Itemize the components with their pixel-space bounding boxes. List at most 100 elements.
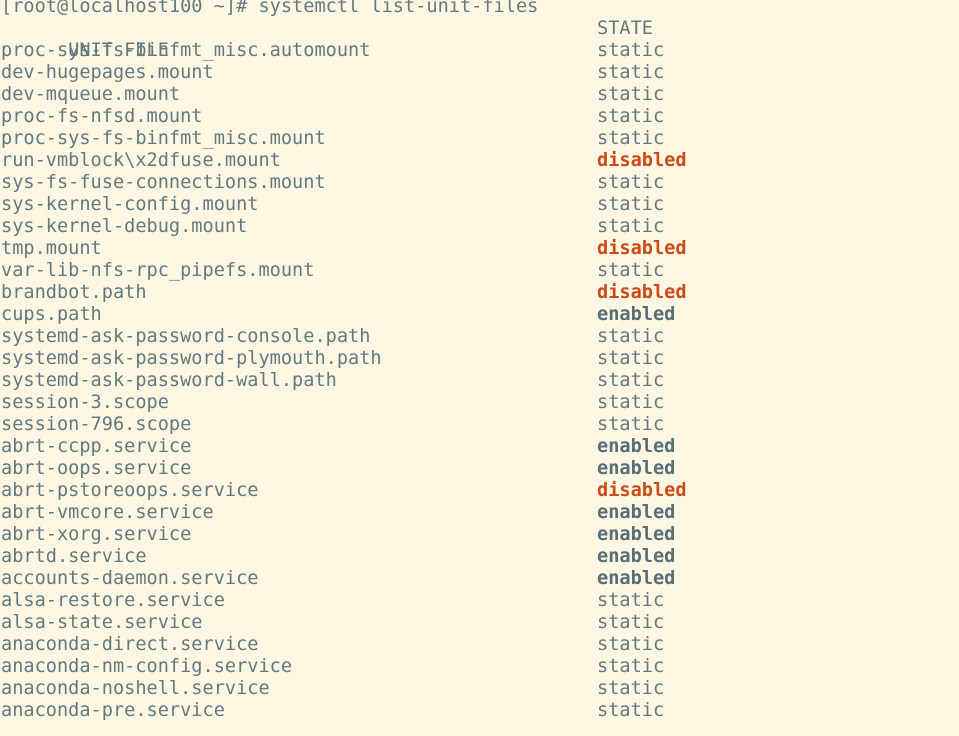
table-row: dev-hugepages.mount static	[0, 62, 959, 84]
table-row: abrt-xorg.service enabled	[0, 524, 959, 546]
shell-prompt-line: [root@localhost100 ~]# systemctl list-un…	[1, 0, 539, 17]
unit-file-state: static	[597, 106, 665, 127]
terminal-window[interactable]: ~ [root@localhost100 ~]# systemctl list-…	[0, 0, 959, 736]
table-row: anaconda-direct.service static	[0, 634, 959, 656]
unit-file-state: disabled	[597, 480, 687, 501]
unit-file-state: static	[597, 326, 665, 347]
table-row: abrt-pstoreoops.service disabled	[0, 480, 959, 502]
unit-file-state: enabled	[597, 458, 676, 479]
table-row: anaconda-pre.service static	[0, 700, 959, 722]
unit-file-state: static	[597, 590, 665, 611]
table-row: systemd-ask-password-plymouth.path static	[0, 348, 959, 370]
table-row: accounts-daemon.service enabled	[0, 568, 959, 590]
unit-file-name: brandbot.path	[1, 282, 147, 303]
unit-file-name: sys-kernel-config.mount	[1, 194, 259, 215]
unit-file-list: proc-sys-fs-binfmt_misc.automount static d…	[0, 40, 959, 722]
table-row: session-3.scope static	[0, 392, 959, 414]
unit-file-name: proc-sys-fs-binfmt_misc.automount	[1, 40, 371, 61]
unit-file-state: enabled	[597, 546, 676, 567]
unit-file-state: static	[597, 348, 665, 369]
unit-file-state: static	[597, 216, 665, 237]
table-row: cups.path enabled	[0, 304, 959, 326]
table-row: tmp.mount disabled	[0, 238, 959, 260]
table-row: sys-kernel-config.mount static	[0, 194, 959, 216]
unit-file-state: static	[597, 260, 665, 281]
table-row: proc-sys-fs-binfmt_misc.automount static	[0, 40, 959, 62]
table-row: proc-fs-nfsd.mount static	[0, 106, 959, 128]
table-row: session-796.scope static	[0, 414, 959, 436]
unit-file-name: systemd-ask-password-wall.path	[1, 370, 337, 391]
unit-file-state: enabled	[597, 304, 676, 325]
unit-file-name: proc-fs-nfsd.mount	[1, 106, 203, 127]
unit-file-state: enabled	[597, 436, 676, 457]
terminal-screen: ~ [root@localhost100 ~]# systemctl list-…	[0, 0, 959, 722]
unit-file-name: dev-mqueue.mount	[1, 84, 181, 105]
table-row: systemd-ask-password-console.path static	[0, 326, 959, 348]
table-header-row: UNIT FILE STATE	[0, 18, 959, 61]
unit-file-name: abrt-xorg.service	[1, 524, 192, 545]
unit-file-name: sys-kernel-debug.mount	[1, 216, 248, 237]
table-row: abrtd.service enabled	[0, 546, 959, 568]
unit-file-state: static	[597, 62, 665, 83]
unit-file-state: disabled	[597, 238, 687, 259]
unit-file-name: dev-hugepages.mount	[1, 62, 214, 83]
table-row: dev-mqueue.mount static	[0, 84, 959, 106]
table-row: abrt-vmcore.service enabled	[0, 502, 959, 524]
unit-file-state: static	[597, 634, 665, 655]
unit-file-state: enabled	[597, 568, 676, 589]
unit-file-state: static	[597, 370, 665, 391]
unit-file-name: abrt-ccpp.service	[1, 436, 192, 457]
unit-file-name: run-vmblock\x2dfuse.mount	[1, 150, 281, 171]
unit-file-name: abrtd.service	[1, 546, 147, 567]
table-row: var-lib-nfs-rpc_pipefs.mount static	[0, 260, 959, 282]
unit-file-name: abrt-vmcore.service	[1, 502, 214, 523]
unit-file-state: static	[597, 84, 665, 105]
unit-file-state: disabled	[597, 282, 687, 303]
table-row: sys-fs-fuse-connections.mount static	[0, 172, 959, 194]
scrollback-glyph-artifact: ~	[398, 0, 409, 9]
unit-file-name: systemd-ask-password-console.path	[1, 326, 371, 347]
table-row: anaconda-noshell.service static	[0, 678, 959, 700]
table-row: sys-kernel-debug.mount static	[0, 216, 959, 238]
unit-file-name: alsa-restore.service	[1, 590, 225, 611]
unit-file-state: enabled	[597, 524, 676, 545]
table-row: systemd-ask-password-wall.path static	[0, 370, 959, 392]
unit-file-name: anaconda-nm-config.service	[1, 656, 293, 677]
unit-file-name: cups.path	[1, 304, 102, 325]
unit-file-name: abrt-oops.service	[1, 458, 192, 479]
unit-file-name: var-lib-nfs-rpc_pipefs.mount	[1, 260, 315, 281]
unit-file-name: systemd-ask-password-plymouth.path	[1, 348, 382, 369]
unit-file-name: session-796.scope	[1, 414, 192, 435]
unit-file-name: anaconda-direct.service	[1, 634, 259, 655]
unit-file-state: enabled	[597, 502, 676, 523]
unit-file-state: static	[597, 194, 665, 215]
unit-file-name: tmp.mount	[1, 238, 102, 259]
unit-file-state: static	[597, 612, 665, 633]
table-row: abrt-oops.service enabled	[0, 458, 959, 480]
table-row: abrt-ccpp.service enabled	[0, 436, 959, 458]
table-row: run-vmblock\x2dfuse.mount disabled	[0, 150, 959, 172]
unit-file-name: proc-sys-fs-binfmt_misc.mount	[1, 128, 326, 149]
table-row: proc-sys-fs-binfmt_misc.mount static	[0, 128, 959, 150]
unit-file-state: static	[597, 678, 665, 699]
unit-file-name: abrt-pstoreoops.service	[1, 480, 259, 501]
unit-file-state: static	[597, 656, 665, 677]
unit-file-state: disabled	[597, 150, 687, 171]
unit-file-state: static	[597, 414, 665, 435]
unit-file-name: sys-fs-fuse-connections.mount	[1, 172, 326, 193]
unit-file-state: static	[597, 128, 665, 149]
unit-file-name: anaconda-pre.service	[1, 700, 225, 721]
table-row: anaconda-nm-config.service static	[0, 656, 959, 678]
unit-file-state: static	[597, 172, 665, 193]
unit-file-state: static	[597, 40, 665, 61]
unit-file-state: static	[597, 392, 665, 413]
unit-file-name: session-3.scope	[1, 392, 169, 413]
column-header-state: STATE	[597, 18, 653, 39]
unit-file-name: accounts-daemon.service	[1, 568, 259, 589]
unit-file-name: alsa-state.service	[1, 612, 203, 633]
table-row: alsa-restore.service static	[0, 590, 959, 612]
table-row: alsa-state.service static	[0, 612, 959, 634]
unit-file-name: anaconda-noshell.service	[1, 678, 270, 699]
table-row: brandbot.path disabled	[0, 282, 959, 304]
unit-file-state: static	[597, 700, 665, 721]
